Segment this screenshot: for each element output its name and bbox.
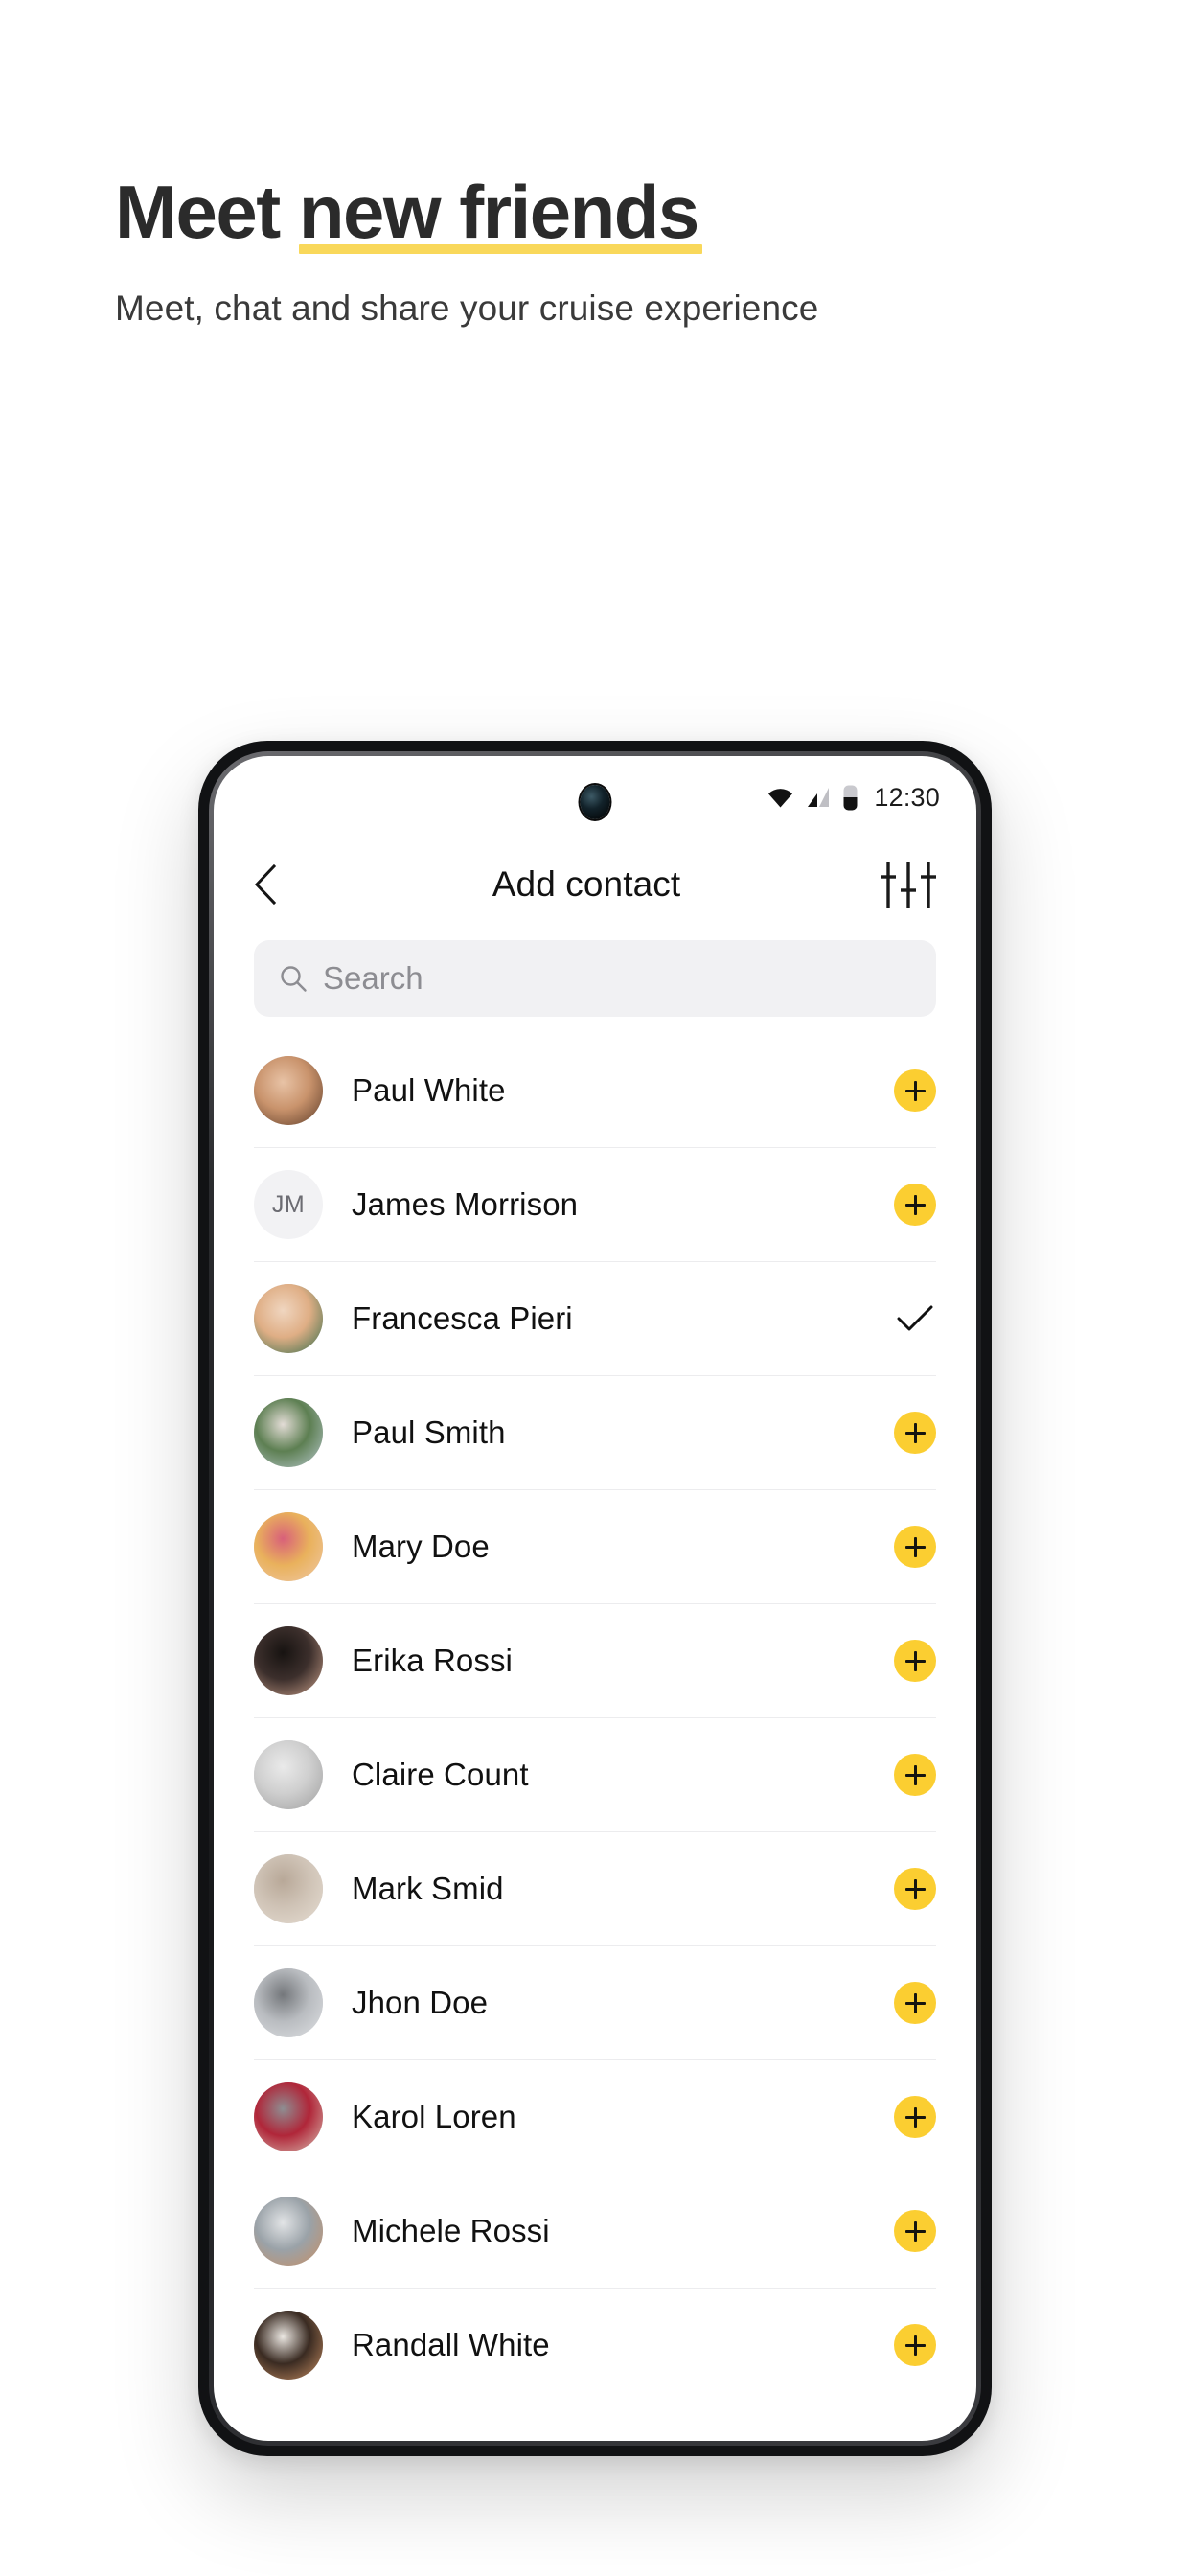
status-bar: 12:30 [214, 756, 976, 839]
avatar-photo [254, 2311, 323, 2380]
add-contact-button[interactable] [894, 1754, 936, 1796]
wifi-icon [768, 789, 793, 808]
contact-row[interactable]: Mary Doe [254, 1490, 936, 1604]
contact-name: Mark Smid [352, 1871, 504, 1906]
contact-list: Paul White JM James Morrison Francesca Pier… [214, 1034, 976, 2402]
contact-name: Randall White [352, 2327, 550, 2362]
front-camera-punchhole-icon [580, 785, 610, 819]
add-contact-button[interactable] [894, 1982, 936, 2024]
contact-name: Francesca Pieri [352, 1300, 573, 1336]
avatar-photo [254, 1968, 323, 2037]
plus-icon [904, 2220, 926, 2242]
avatar [254, 2082, 323, 2151]
plus-icon [904, 1992, 926, 2013]
search-input[interactable]: Search [254, 940, 936, 1017]
contact-name: Michele Rossi [352, 2213, 550, 2248]
contact-name: Jhon Doe [352, 1985, 489, 2020]
add-contact-button[interactable] [894, 1412, 936, 1454]
avatar [254, 2196, 323, 2266]
plus-icon [904, 1878, 926, 1899]
plus-icon [904, 1536, 926, 1557]
contact-row[interactable]: Paul White [254, 1034, 936, 1148]
contact-row[interactable]: Erika Rossi [254, 1604, 936, 1718]
app-bar: Add contact [214, 839, 976, 931]
contact-row[interactable]: Claire Count [254, 1718, 936, 1832]
avatar [254, 1398, 323, 1467]
contact-row[interactable]: JM James Morrison [254, 1148, 936, 1262]
check-icon [897, 1305, 933, 1331]
avatar-photo [254, 1284, 323, 1353]
search-icon [281, 966, 307, 992]
avatar-photo [254, 1740, 323, 1809]
add-contact-button[interactable] [894, 1640, 936, 1682]
add-contact-button[interactable] [894, 1070, 936, 1112]
avatar-photo [254, 2082, 323, 2151]
page-title: Meet new friends [115, 168, 1073, 256]
contact-row[interactable]: Francesca Pieri [254, 1262, 936, 1376]
add-contact-button[interactable] [894, 1184, 936, 1226]
contact-row[interactable]: Randall White [254, 2288, 936, 2402]
page-title-plain: Meet [115, 170, 299, 254]
page-title-highlight: new friends [298, 170, 702, 254]
plus-icon [904, 1650, 926, 1671]
contact-added-checkmark-button[interactable] [894, 1298, 936, 1340]
add-contact-button[interactable] [894, 1526, 936, 1568]
phone-bezel: 12:30 Add contact Search Paul White JM J… [209, 751, 981, 2446]
contact-name: Mary Doe [352, 1529, 490, 1564]
phone-screen: 12:30 Add contact Search Paul White JM J… [214, 756, 976, 2441]
contact-row[interactable]: Mark Smid [254, 1832, 936, 1946]
avatar [254, 1854, 323, 1923]
plus-icon [904, 2106, 926, 2128]
plus-icon [904, 1080, 926, 1101]
contact-name: James Morrison [352, 1186, 579, 1222]
avatar [254, 1740, 323, 1809]
avatar [254, 1968, 323, 2037]
avatar-photo [254, 1626, 323, 1695]
plus-icon [904, 1194, 926, 1215]
avatar [254, 2311, 323, 2380]
avatar-photo [254, 1512, 323, 1581]
filter-button[interactable] [877, 857, 936, 912]
page-subtitle: Meet, chat and share your cruise experie… [115, 288, 819, 328]
contact-row[interactable]: Paul Smith [254, 1376, 936, 1490]
chevron-left-icon [254, 864, 277, 905]
status-bar-clock: 12:30 [874, 782, 940, 812]
contact-row[interactable]: Michele Rossi [254, 2174, 936, 2288]
add-contact-button[interactable] [894, 2096, 936, 2138]
status-bar-indicators: 12:30 [767, 783, 940, 813]
promo-header: Meet new friends Meet, chat and share yo… [115, 168, 1073, 334]
avatar-photo [254, 2196, 323, 2266]
plus-icon [904, 1422, 926, 1443]
contact-row[interactable]: Karol Loren [254, 2060, 936, 2174]
avatar-initials: JM [254, 1170, 323, 1239]
search-section: Search [214, 931, 976, 1017]
avatar [254, 1512, 323, 1581]
avatar-photo [254, 1398, 323, 1467]
contact-name: Paul Smith [352, 1414, 506, 1450]
phone-device-frame: 12:30 Add contact Search Paul White JM J… [198, 741, 992, 2456]
contact-name: Karol Loren [352, 2099, 516, 2134]
contact-name: Erika Rossi [352, 1643, 513, 1678]
search-placeholder: Search [323, 960, 423, 996]
cellular-signal-icon [808, 788, 830, 807]
plus-icon [904, 2334, 926, 2356]
contact-name: Paul White [352, 1072, 506, 1108]
sliders-filter-icon [881, 862, 936, 908]
contact-row[interactable]: Jhon Doe [254, 1946, 936, 2060]
add-contact-button[interactable] [894, 1868, 936, 1910]
avatar [254, 1284, 323, 1353]
add-contact-button[interactable] [894, 2324, 936, 2366]
plus-icon [904, 1764, 926, 1785]
add-contact-button[interactable] [894, 2210, 936, 2252]
battery-icon [843, 785, 858, 810]
avatar-photo [254, 1854, 323, 1923]
contact-name: Claire Count [352, 1757, 529, 1792]
avatar [254, 1056, 323, 1125]
app-bar-title: Add contact [492, 864, 681, 904]
avatar [254, 1626, 323, 1695]
avatar-photo [254, 1056, 323, 1125]
